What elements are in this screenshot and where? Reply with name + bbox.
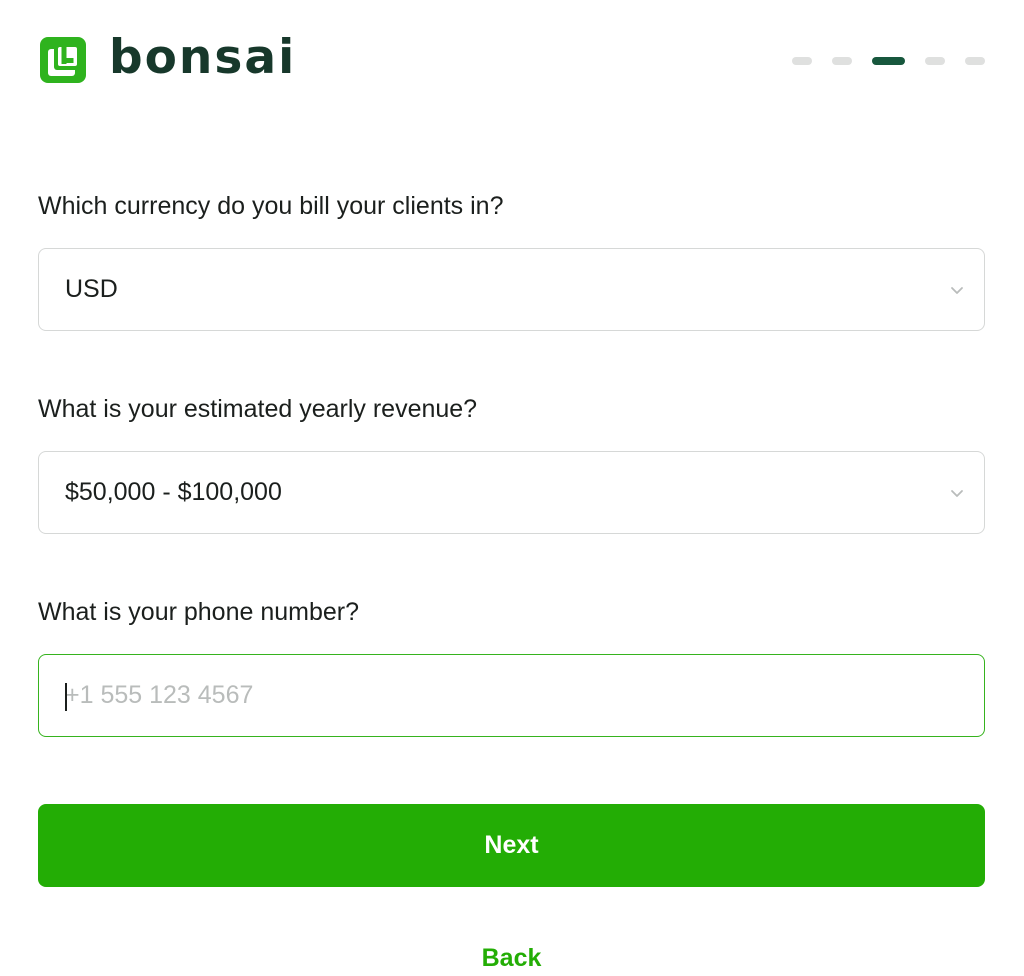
phone-question: What is your phone number? bbox=[38, 598, 360, 626]
revenue-question: What is your estimated yearly revenue? bbox=[38, 395, 478, 423]
text-cursor bbox=[65, 683, 67, 711]
back-link[interactable]: Back bbox=[462, 942, 562, 974]
progress-step-2 bbox=[832, 57, 852, 65]
chevron-down-icon bbox=[951, 286, 963, 294]
next-button[interactable]: Next bbox=[38, 804, 985, 887]
progress-step-3-current bbox=[872, 57, 905, 65]
progress-step-4 bbox=[925, 57, 945, 65]
currency-question: Which currency do you bill your clients … bbox=[38, 192, 504, 220]
currency-select-value: USD bbox=[65, 275, 118, 303]
brand-logo[interactable]: bonsai bbox=[37, 30, 297, 86]
revenue-select[interactable]: $50,000 - $100,000 bbox=[38, 451, 985, 534]
progress-step-5 bbox=[965, 57, 985, 65]
phone-input[interactable] bbox=[65, 681, 958, 710]
onboarding-form: Which currency do you bill your clients … bbox=[38, 188, 985, 974]
chevron-down-icon bbox=[951, 489, 963, 497]
onboarding-page: bonsai Which currency do you bill your c… bbox=[0, 0, 1024, 976]
revenue-select-value: $50,000 - $100,000 bbox=[65, 478, 282, 506]
bonsai-logo-icon bbox=[40, 37, 86, 83]
progress-stepper bbox=[792, 57, 985, 65]
brand-name: bonsai bbox=[109, 30, 297, 85]
progress-step-1 bbox=[792, 57, 812, 65]
currency-select[interactable]: USD bbox=[38, 248, 985, 331]
phone-field[interactable] bbox=[38, 654, 985, 737]
